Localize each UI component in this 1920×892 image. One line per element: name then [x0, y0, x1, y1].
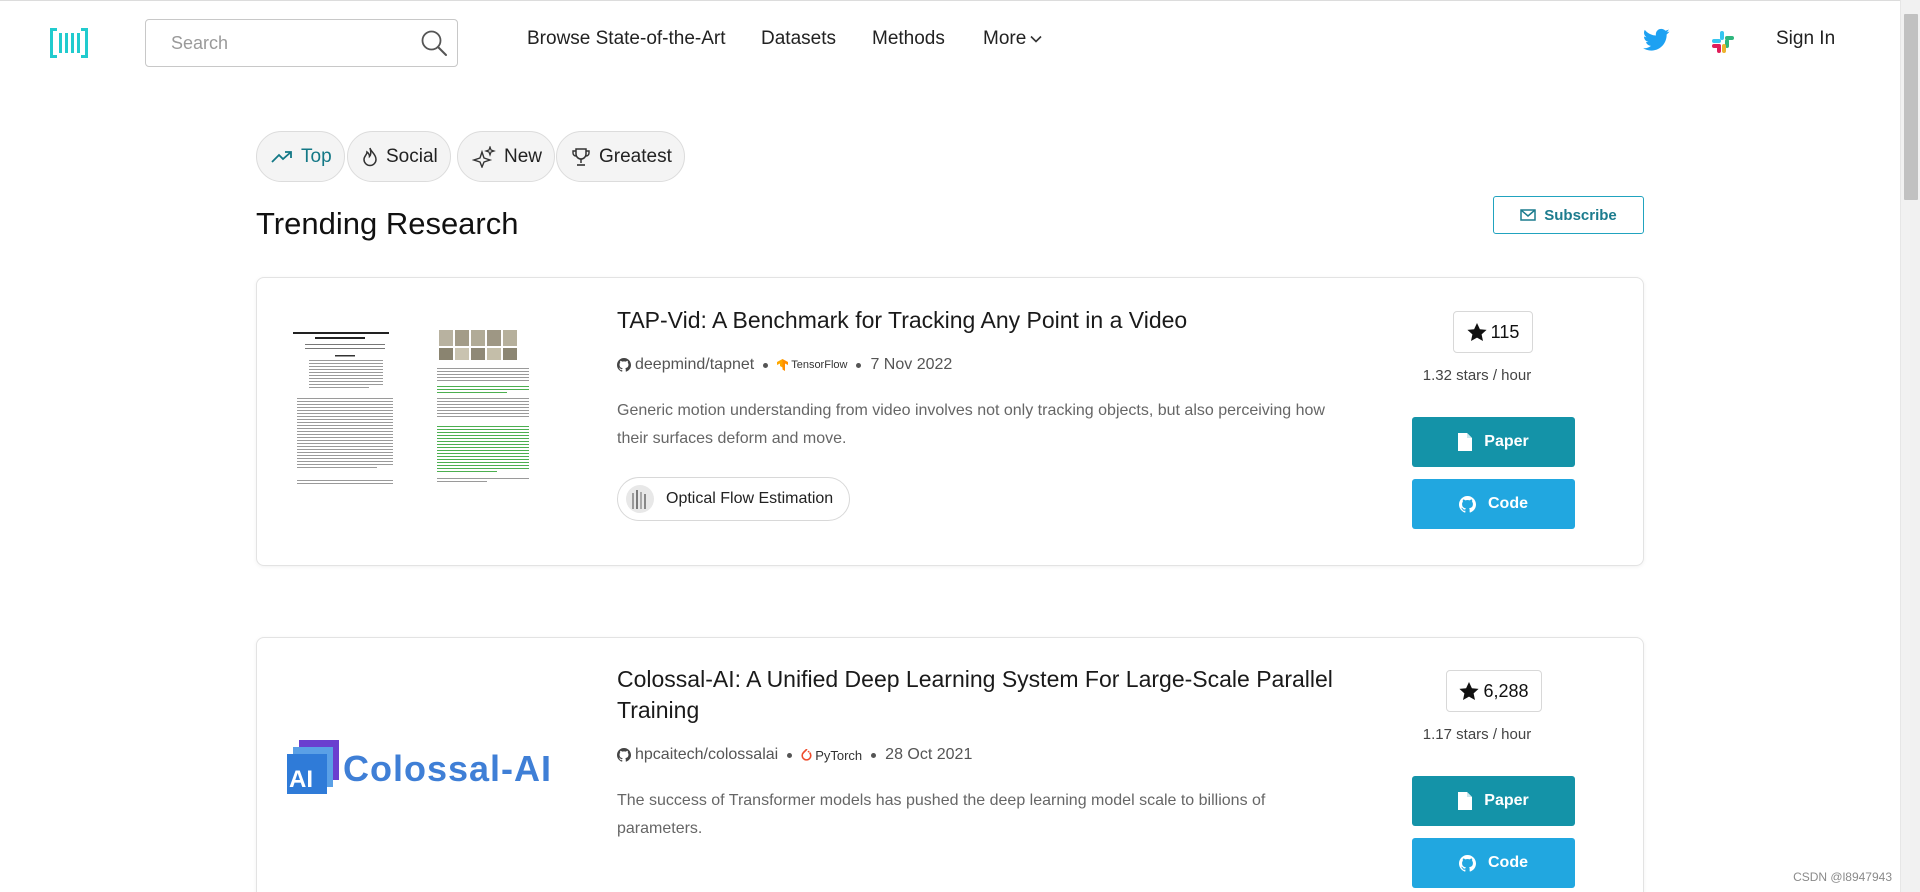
filter-new-label: New	[504, 145, 543, 167]
filter-top-label: Top	[301, 145, 332, 167]
code-button-label: Code	[1488, 854, 1528, 871]
meta-separator	[763, 362, 769, 368]
filter-social-label: Social	[386, 145, 438, 167]
stars-value: 6,288	[1483, 680, 1529, 701]
chevron-down-icon	[1030, 35, 1042, 43]
logo-wordmark: Colossal-AI	[343, 748, 553, 789]
paper-title[interactable]: Colossal-AI: A Unified Deep Learning Sys…	[617, 664, 1337, 726]
search-input[interactable]	[146, 20, 406, 66]
vertical-scrollbar[interactable]	[1900, 0, 1920, 892]
code-button[interactable]: Code	[1412, 479, 1575, 529]
stars-value: 115	[1490, 321, 1520, 342]
paper-button[interactable]: Paper	[1412, 776, 1575, 826]
paper-button[interactable]: Paper	[1412, 417, 1575, 467]
task-label: Optical Flow Estimation	[666, 490, 834, 507]
repo-link[interactable]: deepmind/tapnet	[635, 356, 754, 374]
search-box	[145, 19, 458, 67]
github-icon	[1459, 854, 1476, 872]
meta-separator	[856, 362, 862, 368]
github-icon	[617, 358, 631, 372]
nav-datasets[interactable]: Datasets	[761, 28, 836, 50]
paper-date: 28 Oct 2021	[885, 746, 973, 763]
stars-rate: 1.17 stars / hour	[1422, 726, 1532, 743]
meta-separator	[871, 752, 877, 758]
site-header: Browse State-of-the-Art Datasets Methods…	[0, 0, 1900, 84]
logo-badge-text: AI	[289, 766, 313, 793]
filter-top[interactable]: Top	[256, 131, 345, 182]
envelope-icon	[1520, 209, 1536, 221]
star-icon	[1467, 322, 1487, 341]
nav-more-dropdown[interactable]: More	[983, 28, 1042, 50]
meta-separator	[787, 752, 793, 758]
nav-more-label: More	[983, 28, 1027, 49]
repo-link[interactable]: hpcaitech/colossalai	[635, 746, 778, 764]
page-title: Trending Research	[256, 206, 519, 241]
github-icon	[617, 748, 631, 762]
tensorflow-icon	[777, 359, 789, 371]
trophy-icon	[572, 147, 590, 166]
framework-label: TensorFlow	[791, 359, 848, 371]
stars-count[interactable]: 6,288	[1446, 670, 1542, 712]
subscribe-label: Subscribe	[1544, 206, 1617, 224]
paper-thumbnail[interactable]	[285, 328, 535, 498]
filter-greatest-label: Greatest	[599, 145, 672, 167]
slack-icon[interactable]	[1711, 30, 1735, 54]
colossal-ai-logo[interactable]: AI Colossal-AI	[287, 740, 567, 800]
github-icon	[1459, 495, 1476, 513]
code-button-label: Code	[1488, 495, 1528, 512]
paper-date: 7 Nov 2022	[870, 356, 953, 373]
twitter-icon[interactable]	[1643, 28, 1670, 52]
paper-title[interactable]: TAP-Vid: A Benchmark for Tracking Any Po…	[617, 305, 1337, 336]
stars-rate: 1.32 stars / hour	[1422, 367, 1532, 384]
sparkles-icon	[472, 145, 496, 168]
filter-new[interactable]: New	[457, 131, 556, 182]
filter-greatest[interactable]: Greatest	[556, 131, 685, 182]
paper-abstract: Generic motion understanding from video …	[617, 402, 1325, 447]
paper-button-label: Paper	[1484, 792, 1529, 809]
nav-browse-sota[interactable]: Browse State-of-the-Art	[527, 28, 726, 50]
trending-up-icon	[271, 150, 292, 163]
paper-abstract: The success of Transformer models has pu…	[617, 792, 1266, 837]
code-button[interactable]: Code	[1412, 838, 1575, 888]
paper-card: TAP-Vid: A Benchmark for Tracking Any Po…	[256, 277, 1644, 566]
framework-label: PyTorch	[815, 747, 863, 763]
scrollbar-thumb[interactable]	[1904, 14, 1918, 200]
star-icon	[1459, 681, 1480, 700]
paper-card: AI Colossal-AI Colossal-AI: A Unified De…	[256, 637, 1644, 892]
subscribe-button[interactable]: Subscribe	[1493, 196, 1644, 234]
sign-in-link[interactable]: Sign In	[1776, 28, 1835, 50]
search-icon[interactable]	[420, 29, 448, 57]
filter-social[interactable]: Social	[347, 131, 451, 182]
paper-button-label: Paper	[1484, 433, 1529, 450]
framework-badge: PyTorch	[801, 748, 862, 763]
nav-methods[interactable]: Methods	[872, 28, 945, 50]
framework-badge: TensorFlow	[777, 359, 847, 371]
watermark: CSDN @l8947943	[1793, 870, 1892, 884]
task-thumbnail-icon	[626, 485, 654, 513]
papers-with-code-logo-icon[interactable]	[50, 27, 88, 59]
document-icon	[1458, 792, 1473, 810]
stars-count[interactable]: 115	[1453, 311, 1533, 353]
paper-meta: deepmind/tapnet TensorFlow 7 Nov 2022	[617, 356, 952, 374]
document-icon	[1458, 433, 1473, 451]
task-chip-optical-flow[interactable]: Optical Flow Estimation	[617, 477, 851, 521]
pytorch-icon	[801, 748, 812, 761]
flame-icon	[363, 147, 377, 166]
paper-meta: hpcaitech/colossalai PyTorch 28 Oct 2021	[617, 746, 972, 764]
